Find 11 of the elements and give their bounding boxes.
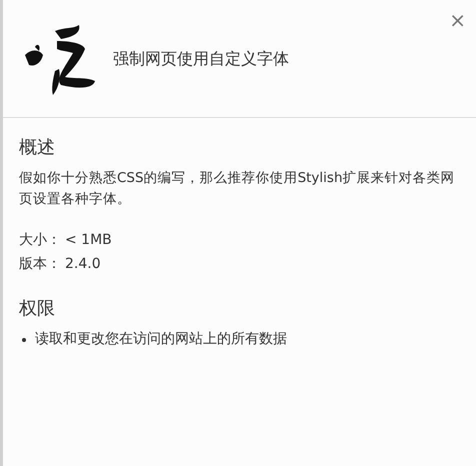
bullet-icon (22, 338, 26, 342)
description-text: 假如你十分熟悉CSS的编写，那么推荐你使用Stylish扩展来针对各类网页设置各种字体。 (19, 169, 456, 209)
detail-label: 大小： (19, 231, 61, 250)
section-heading: 权限 (19, 297, 56, 321)
extension-title: 强制网页使用自定义字体 (113, 48, 289, 70)
detail-value: < 1MB (65, 231, 112, 250)
detail-label: 版本： (19, 255, 61, 274)
section-heading: 概述 (19, 136, 56, 160)
detail-value: 2.4.0 (65, 255, 101, 274)
close-button[interactable]: × (445, 10, 470, 30)
permission-text: 读取和更改您在访问的网站上的所有数据 (35, 330, 287, 349)
